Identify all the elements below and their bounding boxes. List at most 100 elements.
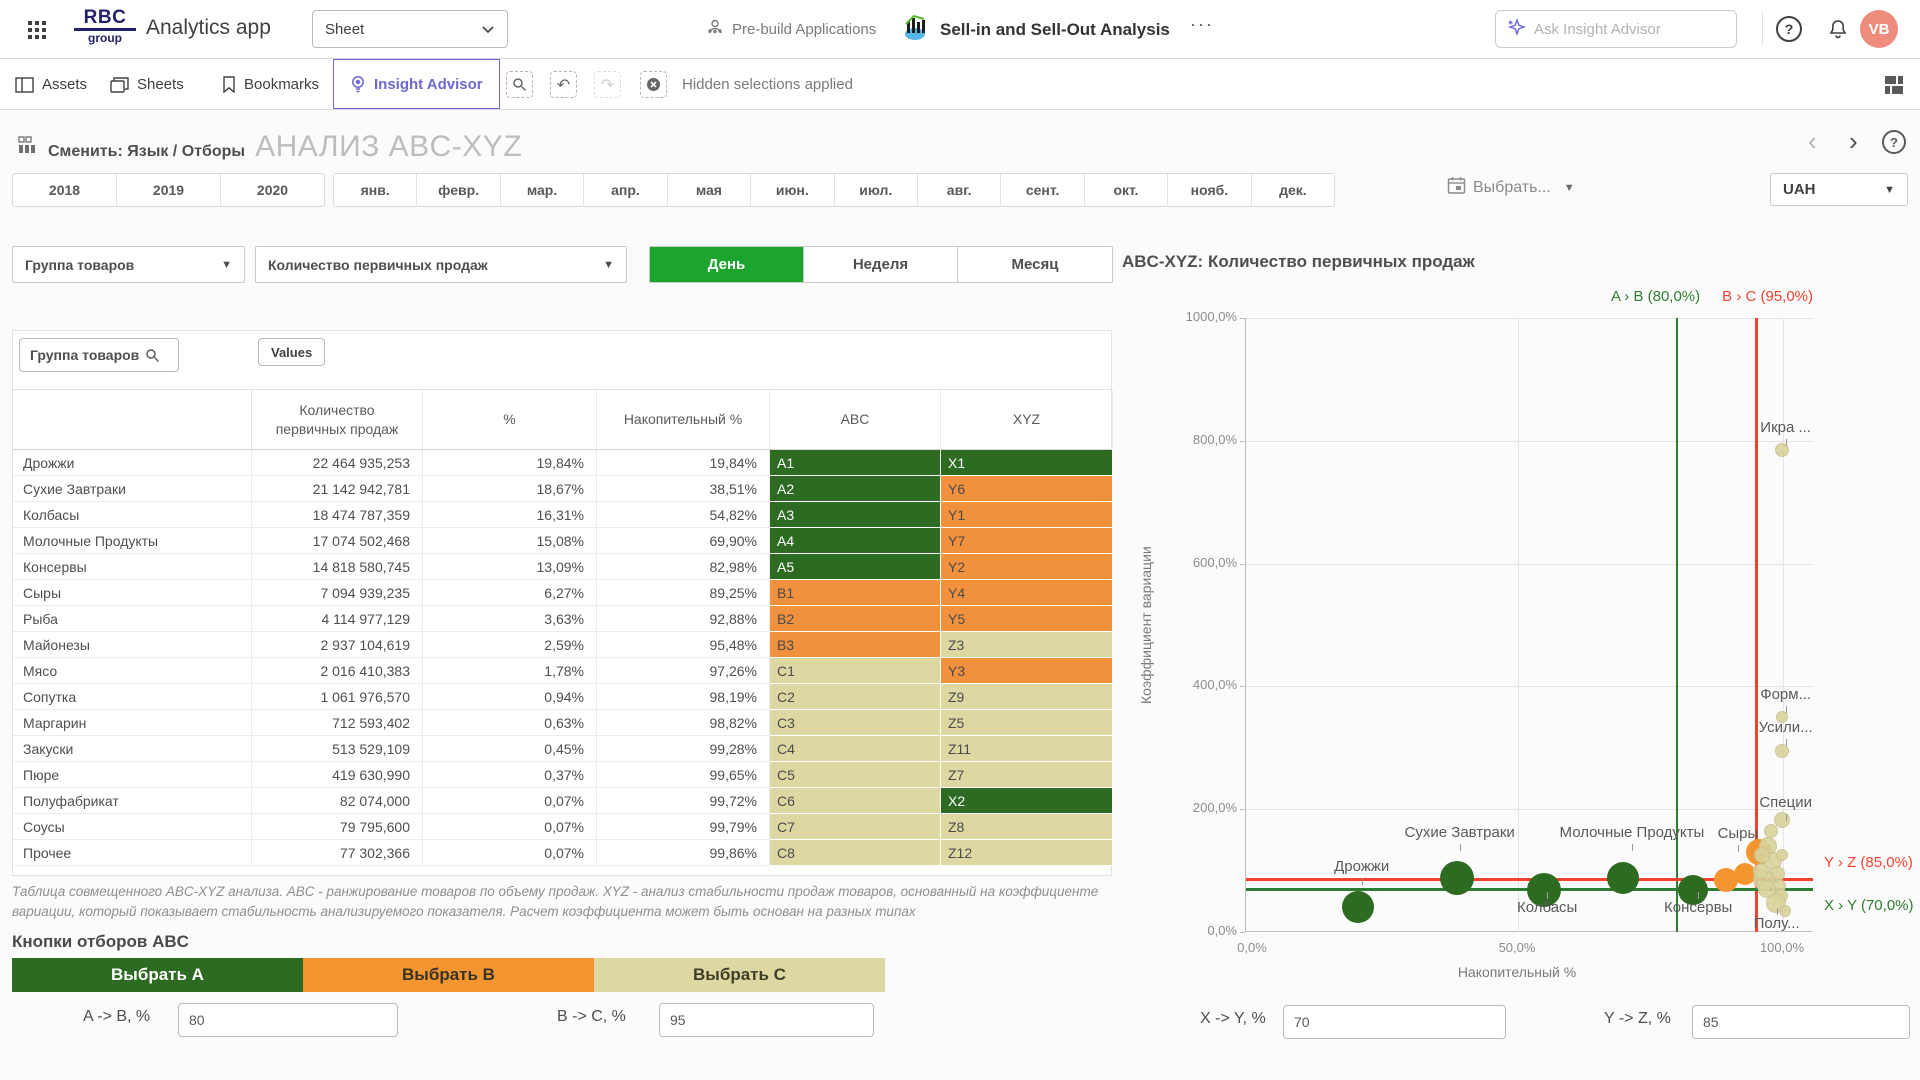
sheet-selector[interactable]: Sheet <box>312 10 508 48</box>
undo-icon[interactable]: ↶ <box>550 71 577 98</box>
help-icon[interactable]: ? <box>1776 16 1802 42</box>
xyz-cell[interactable]: Y6 <box>941 476 1113 502</box>
product-name-cell[interactable]: Прочее <box>13 840 252 865</box>
values-tab[interactable]: Values <box>258 338 325 366</box>
xyz-cell[interactable]: Z7 <box>941 762 1113 788</box>
year-button-2020[interactable]: 2020 <box>221 174 324 206</box>
prebuild-applications-link[interactable]: Pre-build Applications <box>706 18 876 40</box>
clear-selections-icon[interactable] <box>640 71 667 98</box>
ask-insight-input[interactable] <box>1534 21 1704 38</box>
xyz-cell[interactable]: Z11 <box>941 736 1113 762</box>
abc-cell[interactable]: C3 <box>770 710 941 736</box>
product-name-cell[interactable]: Дрожжи <box>13 450 252 475</box>
next-sheet-arrow[interactable]: › <box>1849 128 1858 154</box>
col-header-pct[interactable]: % <box>423 390 597 449</box>
tab-assets[interactable]: Assets <box>15 59 87 110</box>
scatter-point[interactable] <box>1775 744 1789 758</box>
select-b-button[interactable]: Выбрать B <box>303 958 594 992</box>
month-button[interactable]: янв. <box>334 174 417 206</box>
xyz-cell[interactable]: Z5 <box>941 710 1113 736</box>
xyz-cell[interactable]: Z8 <box>941 814 1113 840</box>
product-name-cell[interactable]: Молочные Продукты <box>13 528 252 553</box>
dimension-select[interactable]: Группа товаров ▼ <box>12 246 245 283</box>
xyz-cell[interactable]: Z12 <box>941 840 1113 866</box>
year-button-2019[interactable]: 2019 <box>117 174 221 206</box>
xy-threshold-input[interactable] <box>1283 1005 1506 1039</box>
abc-cell[interactable]: A3 <box>770 502 941 528</box>
product-name-cell[interactable]: Консервы <box>13 554 252 579</box>
scatter-point[interactable] <box>1775 443 1789 457</box>
product-name-cell[interactable]: Сухие Завтраки <box>13 476 252 501</box>
product-name-cell[interactable]: Пюре <box>13 762 252 787</box>
product-name-cell[interactable]: Соусы <box>13 814 252 839</box>
current-app[interactable]: Sell-in and Sell-Out Analysis <box>900 12 1170 47</box>
abc-cell[interactable]: C4 <box>770 736 941 762</box>
sheet-grid-icon[interactable] <box>1882 73 1906 97</box>
product-name-cell[interactable]: Рыба <box>13 606 252 631</box>
select-c-button[interactable]: Выбрать C <box>594 958 885 992</box>
product-name-cell[interactable]: Мясо <box>13 658 252 683</box>
month-button[interactable]: мар. <box>501 174 584 206</box>
month-button[interactable]: окт. <box>1085 174 1168 206</box>
currency-select[interactable]: UAH ▼ <box>1770 173 1908 206</box>
abc-cell[interactable]: A5 <box>770 554 941 580</box>
measure-select[interactable]: Количество первичных продаж ▼ <box>255 246 627 283</box>
abc-cell[interactable]: B1 <box>770 580 941 606</box>
abc-cell[interactable]: A4 <box>770 528 941 554</box>
product-name-cell[interactable]: Майонезы <box>13 632 252 657</box>
month-button[interactable]: дек. <box>1252 174 1334 206</box>
xyz-cell[interactable]: Z3 <box>941 632 1113 658</box>
xyz-cell[interactable]: Y5 <box>941 606 1113 632</box>
sheet-help-icon[interactable]: ? <box>1882 130 1906 154</box>
xyz-cell[interactable]: Y3 <box>941 658 1113 684</box>
layout-switch-icon[interactable] <box>18 136 38 164</box>
xyz-cell[interactable]: Y2 <box>941 554 1113 580</box>
xyz-cell[interactable]: X2 <box>941 788 1113 814</box>
user-avatar[interactable]: VB <box>1860 10 1898 48</box>
xyz-cell[interactable]: X1 <box>941 450 1113 476</box>
product-name-cell[interactable]: Полуфабрикат <box>13 788 252 813</box>
col-header-value[interactable]: Количество первичных продаж <box>252 390 423 449</box>
xyz-cell[interactable]: Y7 <box>941 528 1113 554</box>
scatter-point[interactable] <box>1753 863 1769 879</box>
app-menu-icon[interactable] <box>24 17 50 43</box>
notifications-bell-icon[interactable] <box>1824 15 1852 43</box>
abc-cell[interactable]: C1 <box>770 658 941 684</box>
product-name-cell[interactable]: Сыры <box>13 580 252 605</box>
select-a-button[interactable]: Выбрать A <box>12 958 303 992</box>
scatter-point[interactable] <box>1754 847 1770 863</box>
tab-insight-advisor[interactable]: Insight Advisor <box>333 59 500 109</box>
scatter-point[interactable] <box>1758 880 1776 898</box>
month-button[interactable]: июл. <box>835 174 918 206</box>
abc-cell[interactable]: C7 <box>770 814 941 840</box>
tab-sheets[interactable]: Sheets <box>110 59 184 110</box>
period-button[interactable]: Месяц <box>958 247 1112 282</box>
abc-cell[interactable]: A1 <box>770 450 941 476</box>
abc-cell[interactable]: C2 <box>770 684 941 710</box>
yz-threshold-input[interactable] <box>1692 1005 1910 1039</box>
month-button[interactable]: февр. <box>417 174 500 206</box>
table-search-box[interactable]: Группа товаров <box>19 338 179 372</box>
year-button-2018[interactable]: 2018 <box>13 174 117 206</box>
col-header-xyz[interactable]: XYZ <box>941 390 1113 449</box>
period-button[interactable]: День <box>650 247 804 282</box>
scatter-point[interactable] <box>1776 849 1788 861</box>
xyz-cell[interactable]: Y1 <box>941 502 1113 528</box>
ab-threshold-input[interactable] <box>178 1003 398 1037</box>
prev-sheet-arrow[interactable]: ‹ <box>1808 128 1817 154</box>
abc-cell[interactable]: C8 <box>770 840 941 866</box>
product-name-cell[interactable]: Маргарин <box>13 710 252 735</box>
date-picker-dropdown[interactable]: Выбрать... ▼ <box>1447 176 1575 200</box>
month-button[interactable]: апр. <box>584 174 667 206</box>
month-button[interactable]: нояб. <box>1168 174 1251 206</box>
abc-cell[interactable]: B3 <box>770 632 941 658</box>
month-button[interactable]: сент. <box>1001 174 1084 206</box>
xyz-cell[interactable]: Y4 <box>941 580 1113 606</box>
product-name-cell[interactable]: Закуски <box>13 736 252 761</box>
col-header-abc[interactable]: ABC <box>770 390 941 449</box>
month-button[interactable]: июн. <box>751 174 834 206</box>
month-button[interactable]: авг. <box>918 174 1001 206</box>
smart-search-icon[interactable] <box>506 71 533 98</box>
abc-cell[interactable]: C5 <box>770 762 941 788</box>
col-header-cum[interactable]: Накопительный % <box>597 390 770 449</box>
